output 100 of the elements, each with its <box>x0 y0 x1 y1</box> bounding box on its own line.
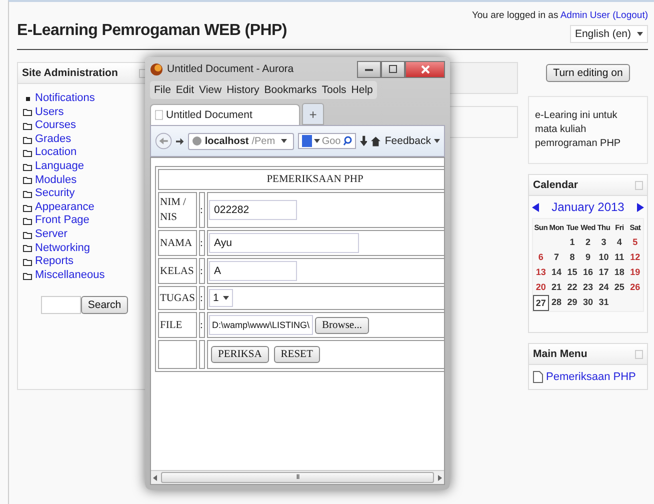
block-title: Calendar <box>533 179 578 191</box>
caret-icon[interactable] <box>222 296 229 300</box>
calendar-day[interactable]: 11 <box>612 250 628 264</box>
admin-menu-link[interactable]: Reports <box>35 255 74 269</box>
calendar-day[interactable]: 8 <box>564 250 580 264</box>
calendar-day[interactable]: 5 <box>627 235 643 249</box>
browse-button[interactable]: Browse... <box>315 316 369 334</box>
menu-item[interactable]: Tools <box>322 84 346 96</box>
file-field[interactable]: D:\wamp\www\LISTING\ <box>209 315 314 335</box>
calendar-day[interactable]: 25 <box>612 280 628 294</box>
calendar-day[interactable]: 30 <box>580 295 596 311</box>
admin-menu-link[interactable]: Courses <box>35 119 76 133</box>
calendar-day[interactable]: 4 <box>612 235 628 249</box>
admin-menu-link[interactable]: Location <box>35 146 77 160</box>
admin-menu-link[interactable]: Users <box>35 106 64 120</box>
page-icon <box>155 110 163 120</box>
search-button[interactable]: Search <box>80 296 128 314</box>
month-link[interactable]: January 2013 <box>552 200 624 214</box>
maximize-icon[interactable] <box>381 60 405 78</box>
calendar-day[interactable]: 15 <box>564 265 580 279</box>
calendar-day[interactable]: 16 <box>580 265 596 279</box>
calendar-day[interactable]: 3 <box>596 235 612 249</box>
forward-icon[interactable] <box>176 136 184 146</box>
language-select[interactable]: English (en) <box>570 25 648 43</box>
admin-menu-link[interactable]: Front Page <box>35 214 90 228</box>
input-field[interactable]: A <box>209 261 298 281</box>
admin-menu-link[interactable]: Grades <box>35 132 72 146</box>
calendar-day[interactable]: 6 <box>533 250 549 264</box>
browser-tab[interactable]: Untitled Document <box>150 104 300 125</box>
calendar-day[interactable]: 29 <box>564 295 580 311</box>
search-field[interactable] <box>40 296 81 314</box>
home-icon[interactable] <box>371 136 381 146</box>
logout-link[interactable]: (Logout) <box>612 10 648 21</box>
form-button[interactable]: RESET <box>274 346 320 363</box>
calendar-day[interactable]: 19 <box>627 265 643 279</box>
menu-link[interactable]: Pemeriksaan PHP <box>546 371 636 383</box>
previous-month-icon[interactable] <box>532 202 539 212</box>
caret-icon[interactable] <box>637 32 643 36</box>
admin-menu-link[interactable]: Security <box>35 187 75 201</box>
admin-menu-link[interactable]: Language <box>35 160 84 174</box>
close-icon[interactable] <box>405 60 445 78</box>
calendar-day[interactable]: 9 <box>580 250 596 264</box>
form-button[interactable]: PERIKSA <box>211 346 269 363</box>
menu-item[interactable]: File <box>154 84 171 96</box>
calendar-day[interactable]: 18 <box>612 265 628 279</box>
feedback-button[interactable]: Feedback <box>384 135 440 147</box>
user-link[interactable]: Admin User <box>560 10 610 21</box>
admin-menu-link[interactable]: Server <box>35 228 68 242</box>
calendar-day[interactable]: 2 <box>580 235 596 249</box>
admin-menu-link[interactable]: Notifications <box>35 92 95 106</box>
calendar-day[interactable]: 1 <box>564 235 580 249</box>
select-field[interactable]: 1 <box>209 289 233 307</box>
form-heading: PEMERIKSAAN PHP <box>158 169 444 190</box>
menu-item[interactable]: History <box>226 84 260 96</box>
calendar-day[interactable]: 22 <box>564 280 580 294</box>
separator-cell: : <box>199 192 206 228</box>
search-bar[interactable]: Goo <box>298 133 356 149</box>
field-label: NIM / NIS <box>158 192 198 228</box>
field-label: KELAS <box>158 258 198 284</box>
turn-editing-button[interactable]: Turn editing on <box>546 64 630 82</box>
calendar-day[interactable]: 20 <box>533 280 549 294</box>
search-engine-icon[interactable] <box>302 135 312 147</box>
menu-item[interactable]: Edit <box>176 84 194 96</box>
calendar-day[interactable]: 10 <box>596 250 612 264</box>
calendar-day[interactable]: 12 <box>627 250 643 264</box>
scroll-left-icon[interactable] <box>153 474 157 480</box>
download-icon[interactable] <box>360 135 368 147</box>
caret-icon[interactable] <box>281 139 288 143</box>
menu-item[interactable]: Help <box>351 84 373 96</box>
caret-icon[interactable] <box>434 139 440 143</box>
search-icon[interactable] <box>342 136 352 146</box>
calendar-day[interactable]: 27 <box>533 295 549 311</box>
admin-menu-link[interactable]: Miscellaneous <box>35 268 105 282</box>
admin-menu-link[interactable]: Appearance <box>35 200 94 214</box>
admin-menu-link[interactable]: Networking <box>35 242 90 256</box>
block-title: Main Menu <box>533 348 588 360</box>
document-icon <box>533 371 543 383</box>
scroll-right-icon[interactable] <box>438 474 442 480</box>
calendar-day[interactable]: 7 <box>548 250 564 264</box>
address-bar[interactable]: localhost /Pem <box>188 132 294 150</box>
input-field[interactable]: 022282 <box>209 200 298 220</box>
calendar-day[interactable]: 24 <box>596 280 612 294</box>
calendar-day[interactable]: 26 <box>627 280 643 294</box>
calendar-day[interactable]: 17 <box>596 265 612 279</box>
calendar-day[interactable]: 23 <box>580 280 596 294</box>
menu-item[interactable]: View <box>199 84 222 96</box>
admin-menu-link[interactable]: Modules <box>35 174 77 188</box>
calendar-day[interactable]: 13 <box>533 265 549 279</box>
calendar-day[interactable]: 28 <box>548 295 564 311</box>
next-month-icon[interactable] <box>636 202 644 212</box>
menu-item[interactable]: Bookmarks <box>264 84 317 96</box>
calendar-day[interactable]: 14 <box>548 265 564 279</box>
new-tab-button[interactable]: + <box>302 103 324 125</box>
minimize-icon[interactable] <box>357 60 381 78</box>
caret-icon[interactable] <box>314 139 320 143</box>
field-label: FILE <box>158 312 198 338</box>
globe-icon <box>192 136 202 146</box>
input-field[interactable]: Ayu <box>209 233 360 253</box>
calendar-day[interactable]: 31 <box>596 295 612 311</box>
calendar-day[interactable]: 21 <box>548 280 564 294</box>
